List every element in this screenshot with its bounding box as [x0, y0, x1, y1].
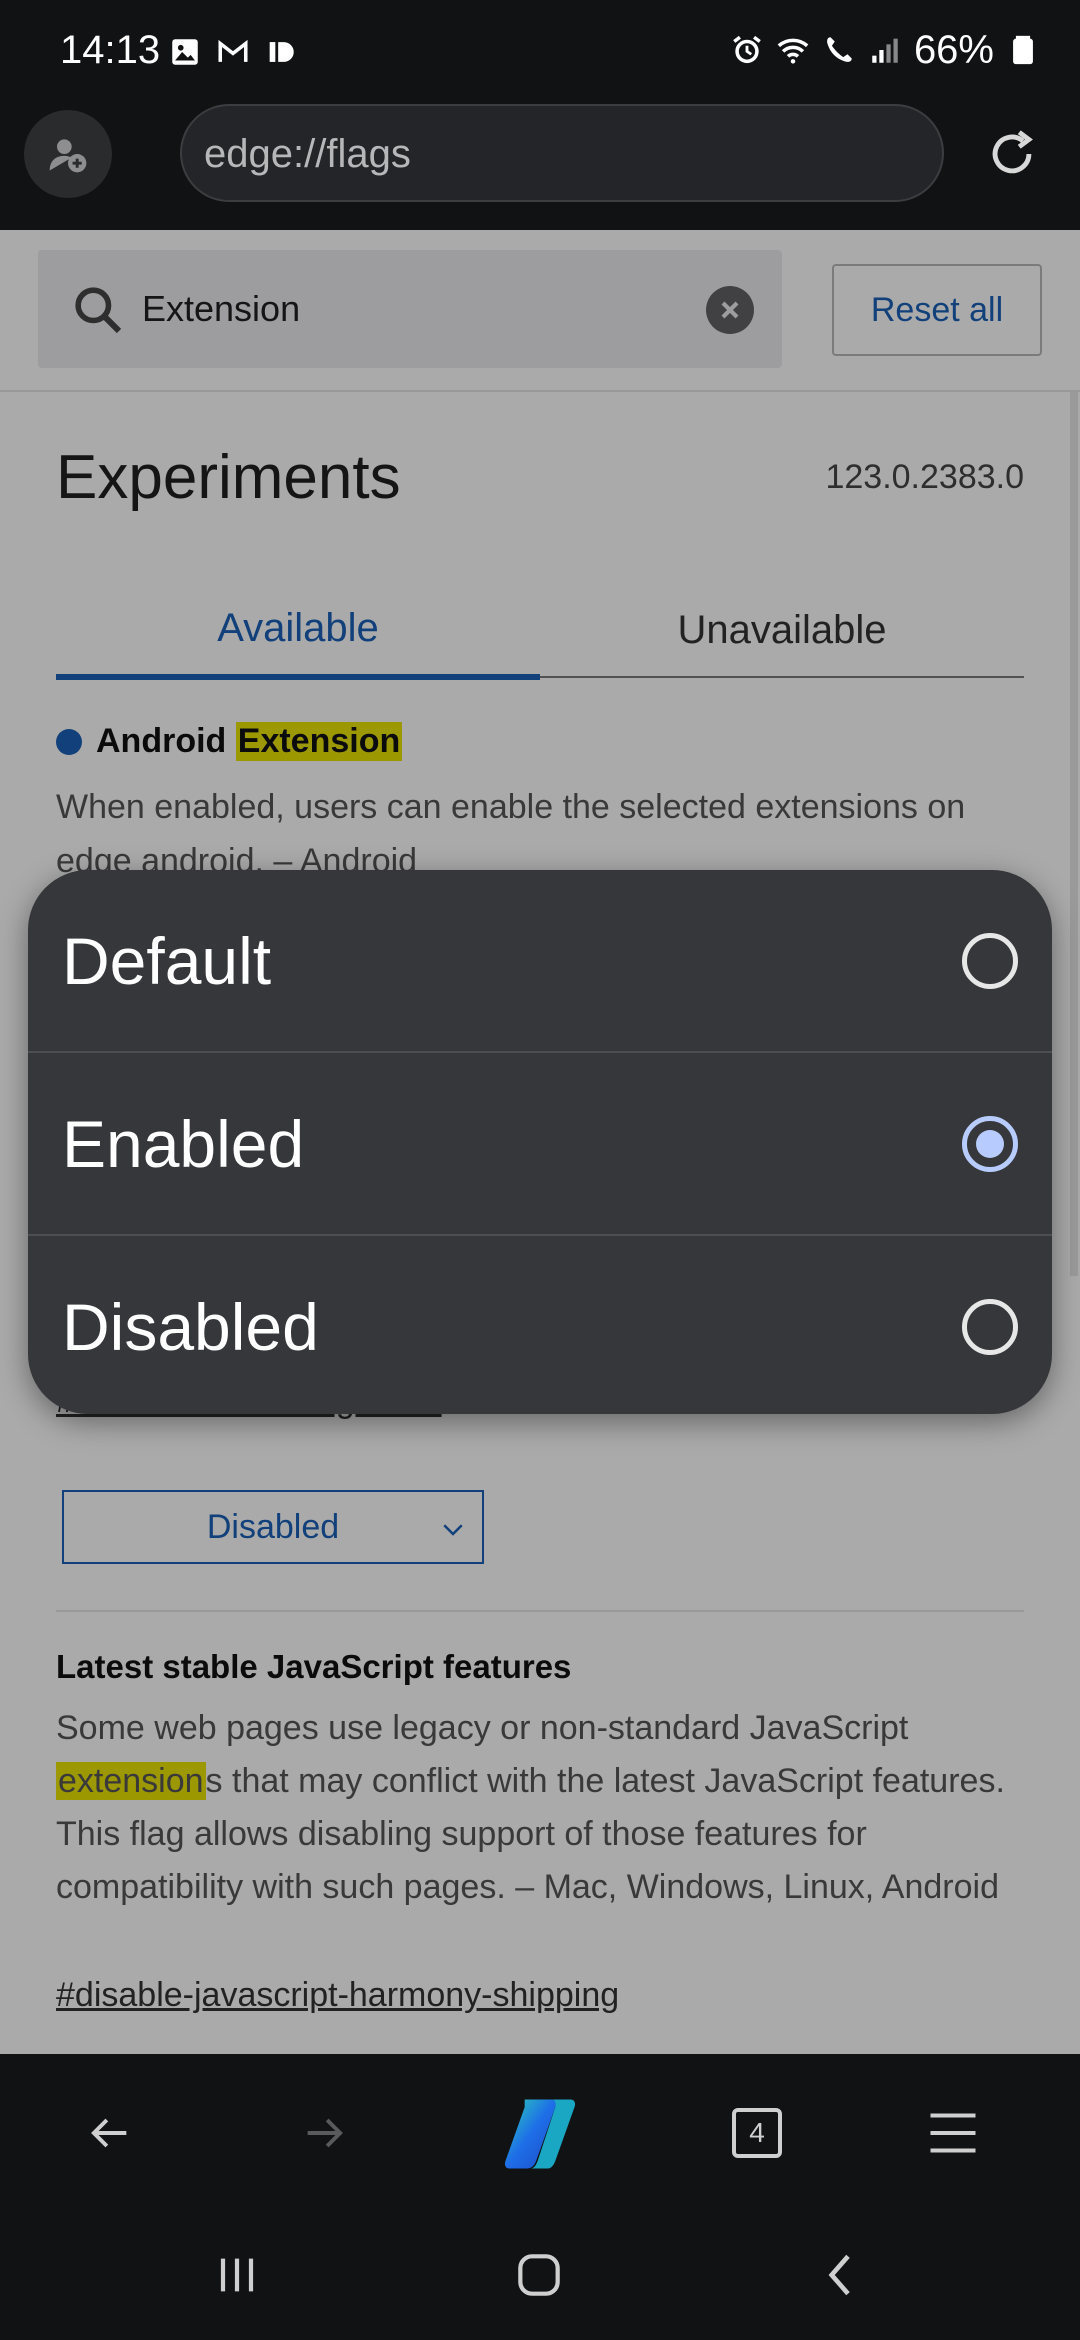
menu-button[interactable]	[918, 2098, 988, 2168]
battery-icon	[1013, 35, 1033, 65]
url-field[interactable]: edge://flags	[180, 104, 944, 202]
profile-button[interactable]	[24, 110, 112, 198]
radio-icon	[962, 1299, 1018, 1355]
address-bar: edge://flags	[0, 100, 1080, 230]
radio-selected-icon	[962, 1116, 1018, 1172]
refresh-button[interactable]	[980, 122, 1044, 186]
chevron-left-icon	[828, 2254, 850, 2296]
scrollbar[interactable]	[1070, 392, 1078, 1276]
home-icon	[518, 2254, 560, 2296]
alarm-icon	[733, 35, 761, 64]
bottom-toolbar: 4	[0, 2054, 1080, 2210]
home-button[interactable]	[504, 2240, 574, 2310]
option-enabled[interactable]: Enabled	[28, 1053, 1052, 1235]
signal-icon	[872, 38, 898, 63]
tab-count-icon: 4	[732, 2108, 782, 2158]
arrow-left-icon	[91, 2118, 127, 2148]
recents-icon	[220, 2258, 254, 2292]
add-profile-icon	[49, 139, 87, 173]
wifi-icon	[777, 38, 809, 64]
arrow-right-icon	[307, 2118, 343, 2148]
battery-text: 66%	[913, 27, 994, 72]
option-default[interactable]: Default	[28, 870, 1052, 1052]
status-bar: 14:13 66%	[0, 0, 1080, 100]
option-disabled[interactable]: Disabled	[28, 1236, 1052, 1414]
refresh-icon	[992, 130, 1033, 174]
id-icon	[269, 42, 294, 62]
gmail-icon	[218, 39, 248, 62]
status-left-icons	[168, 32, 298, 72]
copilot-icon	[504, 2099, 576, 2169]
option-label: Disabled	[62, 1290, 319, 1364]
option-label: Enabled	[62, 1107, 305, 1181]
gallery-icon	[172, 39, 198, 65]
radio-icon	[962, 933, 1018, 989]
copilot-button[interactable]	[492, 2086, 588, 2182]
status-time: 14:13	[60, 28, 161, 72]
recents-button[interactable]	[202, 2240, 272, 2310]
system-nav-bar	[0, 2210, 1080, 2340]
forward-button[interactable]	[290, 2098, 360, 2168]
flag-options-dialog: Default Enabled Disabled	[28, 870, 1052, 1414]
option-label: Default	[62, 924, 272, 998]
url-text: edge://flags	[204, 132, 411, 176]
menu-icon	[930, 2113, 976, 2153]
wifi-call-icon	[827, 37, 852, 62]
back-button[interactable]	[74, 2098, 144, 2168]
status-right: 66%	[730, 22, 1040, 78]
system-back-button[interactable]	[806, 2240, 876, 2310]
tabs-button[interactable]: 4	[722, 2098, 792, 2168]
